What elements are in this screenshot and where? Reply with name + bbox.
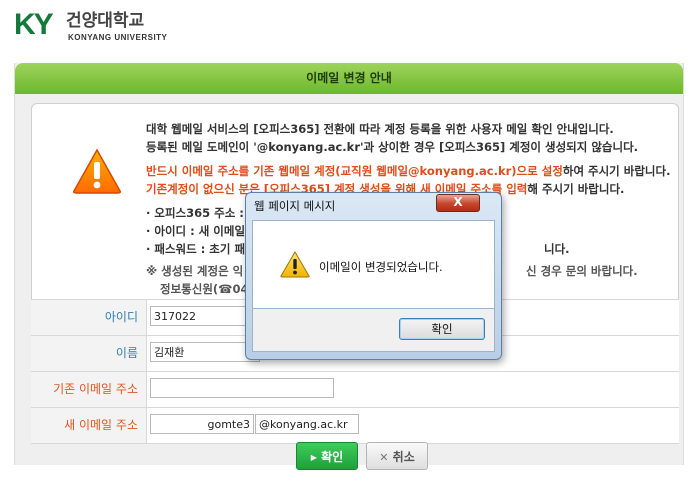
info-note-1-tail: 신 경우 문의 바랍니다. xyxy=(526,264,638,278)
form-row-new-email: 새 이메일 주소 gomte3 @konyang.ac.kr xyxy=(31,408,679,444)
dialog-message: 이메일이 변경되었습니다. xyxy=(319,260,443,274)
info-note-1-text: ※ 생성된 계정은 익 xyxy=(146,264,244,278)
konyang-logo: KY 건양대학교 KONYANG UNIVERSITY xyxy=(14,10,174,46)
logo-mark: KY xyxy=(14,8,54,41)
message-dialog: 웹 페이지 메시지 X 이메일이 변경되었습니다. 확인 xyxy=(245,192,502,360)
info-line-1: 대학 웹메일 서비스의 [오피스365] 전환에 따라 계정 등록을 위한 사용… xyxy=(146,122,614,136)
confirm-button-label: 확인 xyxy=(321,450,344,464)
form-row-old-email: 기존 이메일 주소 xyxy=(31,372,679,408)
info-line-3: 반드시 이메일 주소를 기존 웹메일 계정(교직원 웹메일@konyang.ac… xyxy=(146,162,670,180)
close-icon: ✕ xyxy=(379,451,389,464)
new-email-domain-field[interactable]: @konyang.ac.kr xyxy=(255,414,359,434)
id-label: 아이디 xyxy=(31,300,147,335)
info-line-3-highlight: 반드시 이메일 주소를 기존 웹메일 계정(교직원 웹메일@konyang.ac… xyxy=(146,164,563,178)
info-line-2: 등록된 메일 도메인이 '@konyang.ac.kr'과 상이한 경우 [오피… xyxy=(146,140,639,154)
id-field[interactable]: 317022 xyxy=(150,306,260,326)
dialog-close-button[interactable]: X xyxy=(436,194,480,212)
name-field[interactable]: 김재환 xyxy=(150,342,260,362)
old-email-label: 기존 이메일 주소 xyxy=(31,372,147,407)
new-email-label: 새 이메일 주소 xyxy=(31,408,147,443)
dialog-title: 웹 페이지 메시지 xyxy=(254,199,336,213)
cancel-button[interactable]: ✕ 취소 xyxy=(366,442,428,470)
warning-icon xyxy=(280,251,310,278)
info-bullet-3-text: · 패스워드 : 초기 패 xyxy=(146,242,246,256)
confirm-button[interactable]: ▶ 확인 xyxy=(296,442,358,470)
new-email-user-field[interactable]: gomte3 xyxy=(150,414,254,434)
logo-korean-text: 건양대학교 xyxy=(66,11,145,31)
dialog-footer: 확인 xyxy=(252,309,495,352)
old-email-field[interactable] xyxy=(150,378,334,398)
dialog-ok-button[interactable]: 확인 xyxy=(399,318,485,340)
info-bullet-3-tail: 니다. xyxy=(544,242,570,256)
play-icon: ▶ xyxy=(310,453,317,462)
name-label: 이름 xyxy=(31,336,147,371)
logo-english-text: KONYANG UNIVERSITY xyxy=(68,33,168,42)
info-line-3-tail: 하여 주시기 바랍니다. xyxy=(562,164,671,178)
cancel-button-label: 취소 xyxy=(392,450,415,464)
close-x-icon: X xyxy=(453,195,463,209)
info-line-4-tail: 해 주시기 바랍니다. xyxy=(527,182,625,196)
warning-icon xyxy=(73,148,121,194)
dialog-body: 이메일이 변경되었습니다. xyxy=(252,220,495,309)
panel-title: 이메일 변경 안내 xyxy=(15,63,683,94)
